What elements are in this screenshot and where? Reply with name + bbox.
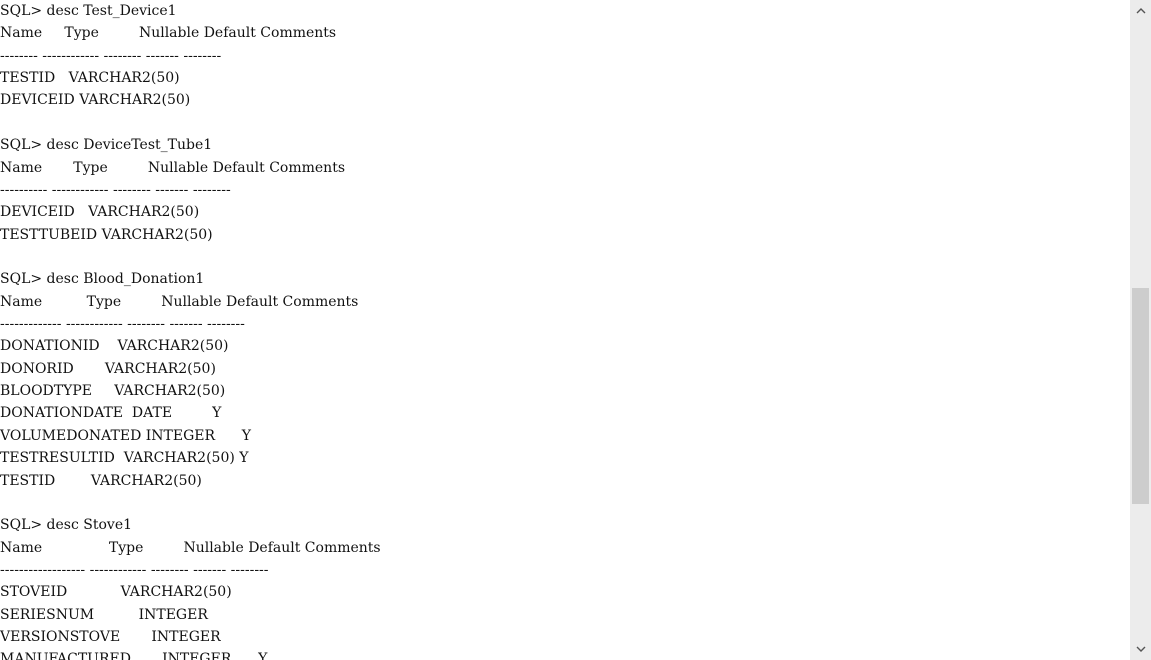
sql-output-lines: SQL> desc Test_Device1 Name Type Nullable… — [0, 0, 381, 660]
console-line: ------------------ ------------ --------… — [0, 561, 269, 578]
console-line: ------------- ------------ -------- ----… — [0, 316, 245, 333]
console-line: Name Type Nullable Default Comments — [0, 539, 381, 556]
console-line: DONATIONID VARCHAR2(50) — [0, 338, 229, 355]
console-line: TESTRESULTID VARCHAR2(50) Y — [0, 450, 249, 467]
chevron-up-icon — [1136, 8, 1145, 14]
console-line: TESTID VARCHAR2(50) — [0, 472, 202, 489]
sql-console-window: SQL> desc Test_Device1 Name Type Nullable… — [0, 0, 1151, 660]
console-line: BLOODTYPE VARCHAR2(50) — [0, 383, 226, 400]
console-line: MANUFACTURED INTEGER Y — [0, 651, 268, 660]
console-line: VERSIONSTOVE INTEGER — [0, 629, 221, 646]
sql-output-area[interactable]: SQL> desc Test_Device1 Name Type Nullable… — [0, 0, 1130, 660]
console-line: SQL> desc DeviceTest_Tube1 — [0, 137, 213, 154]
console-line: Name Type Nullable Default Comments — [0, 25, 337, 42]
console-line: SERIESNUM INTEGER — [0, 606, 208, 623]
console-line: ---------- ------------ -------- -------… — [0, 181, 231, 198]
vertical-scrollbar[interactable] — [1130, 0, 1151, 660]
console-line: STOVEID VARCHAR2(50) — [0, 584, 232, 601]
console-line: DEVICEID VARCHAR2(50) — [0, 204, 200, 221]
console-line: DEVICEID VARCHAR2(50) — [0, 92, 191, 109]
console-line: TESTID VARCHAR2(50) — [0, 70, 180, 87]
scroll-up-button[interactable] — [1130, 0, 1151, 21]
console-line: VOLUMEDONATED INTEGER Y — [0, 427, 251, 444]
console-line: Name Type Nullable Default Comments — [0, 293, 359, 310]
console-line: SQL> desc Blood_Donation1 — [0, 271, 205, 288]
console-line: Name Type Nullable Default Comments — [0, 159, 346, 176]
scroll-thumb[interactable] — [1132, 288, 1149, 504]
console-line: SQL> desc Stove1 — [0, 517, 133, 534]
console-line: DONATIONDATE DATE Y — [0, 405, 222, 422]
scroll-down-button[interactable] — [1130, 639, 1151, 660]
console-line: SQL> desc Test_Device1 — [0, 3, 177, 19]
console-line: -------- ------------ -------- ------- -… — [0, 47, 222, 64]
console-line: DONORID VARCHAR2(50) — [0, 360, 216, 377]
console-line: TESTTUBEID VARCHAR2(50) — [0, 226, 213, 243]
chevron-down-icon — [1136, 646, 1145, 652]
